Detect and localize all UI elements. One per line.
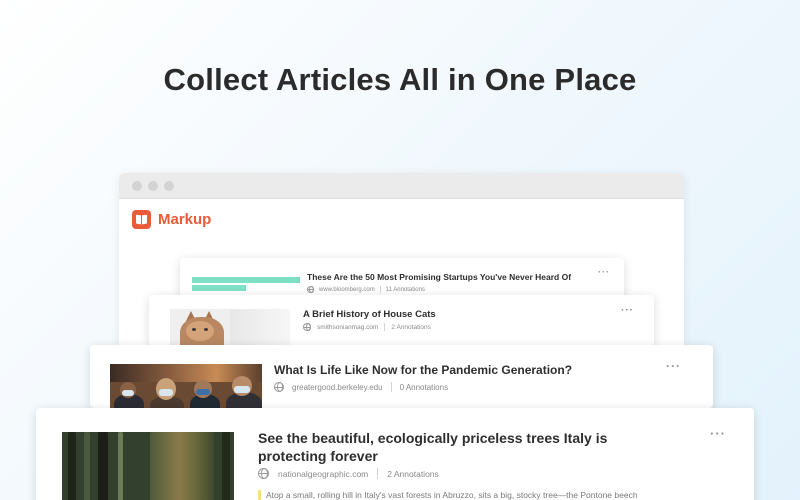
article-source: www.bloomberg.com (319, 286, 375, 293)
article-title[interactable]: What Is Life Like Now for the Pandemic G… (274, 363, 572, 377)
highlight-marker (258, 490, 261, 500)
article-annotation-count: 2 Annotations (391, 323, 431, 331)
article-meta: greatergood.berkeley.edu 0 Annotations (274, 382, 448, 392)
globe-icon (274, 382, 284, 392)
article-annotation-count: 2 Annotations (387, 468, 439, 479)
meta-divider (390, 382, 392, 392)
article-annotation-count: 0 Annotations (399, 382, 449, 392)
globe-icon (303, 323, 311, 331)
more-options-icon[interactable]: ··· (666, 359, 681, 373)
markup-logo-icon (132, 210, 151, 229)
article-annotation-count: 11 Annotations (385, 286, 425, 293)
meta-divider (379, 286, 381, 293)
article-source: smithsonianmag.com (317, 323, 379, 331)
more-options-icon[interactable]: ··· (598, 267, 610, 277)
article-meta: smithsonianmag.com 2 Annotations (303, 323, 431, 331)
window-maximize-dot[interactable] (164, 180, 174, 191)
article-source: nationalgeographic.com (278, 468, 369, 479)
browser-titlebar (119, 173, 684, 199)
article-thumbnail (62, 432, 234, 500)
window-minimize-dot[interactable] (148, 180, 158, 191)
app-name: Markup (158, 211, 212, 228)
globe-icon (307, 286, 314, 293)
article-title[interactable]: See the beautiful, ecologically priceles… (258, 429, 618, 465)
more-options-icon[interactable]: ··· (710, 426, 726, 441)
article-title[interactable]: These Are the 50 Most Promising Startups… (307, 272, 571, 282)
article-card[interactable]: See the beautiful, ecologically priceles… (36, 408, 754, 500)
article-excerpt: Atop a small, rolling hill in Italy's va… (258, 490, 728, 500)
article-source: greatergood.berkeley.edu (292, 382, 383, 392)
article-thumbnail (110, 364, 262, 408)
article-meta: www.bloomberg.com 11 Annotations (307, 286, 425, 293)
more-options-icon[interactable]: ··· (621, 305, 634, 316)
app-brand[interactable]: Markup (132, 210, 211, 229)
meta-divider (377, 468, 379, 479)
article-card[interactable]: A Brief History of House Cats smithsonia… (149, 295, 654, 347)
article-thumbnail (170, 309, 290, 347)
article-title[interactable]: A Brief History of House Cats (303, 309, 436, 320)
article-meta: nationalgeographic.com 2 Annotations (258, 468, 439, 479)
meta-divider (384, 323, 386, 331)
window-close-dot[interactable] (132, 180, 142, 191)
globe-icon (258, 468, 269, 479)
page-headline: Collect Articles All in One Place (163, 62, 637, 97)
article-card[interactable]: What Is Life Like Now for the Pandemic G… (90, 345, 713, 408)
article-excerpt-text: Atop a small, rolling hill in Italy's va… (266, 490, 638, 500)
